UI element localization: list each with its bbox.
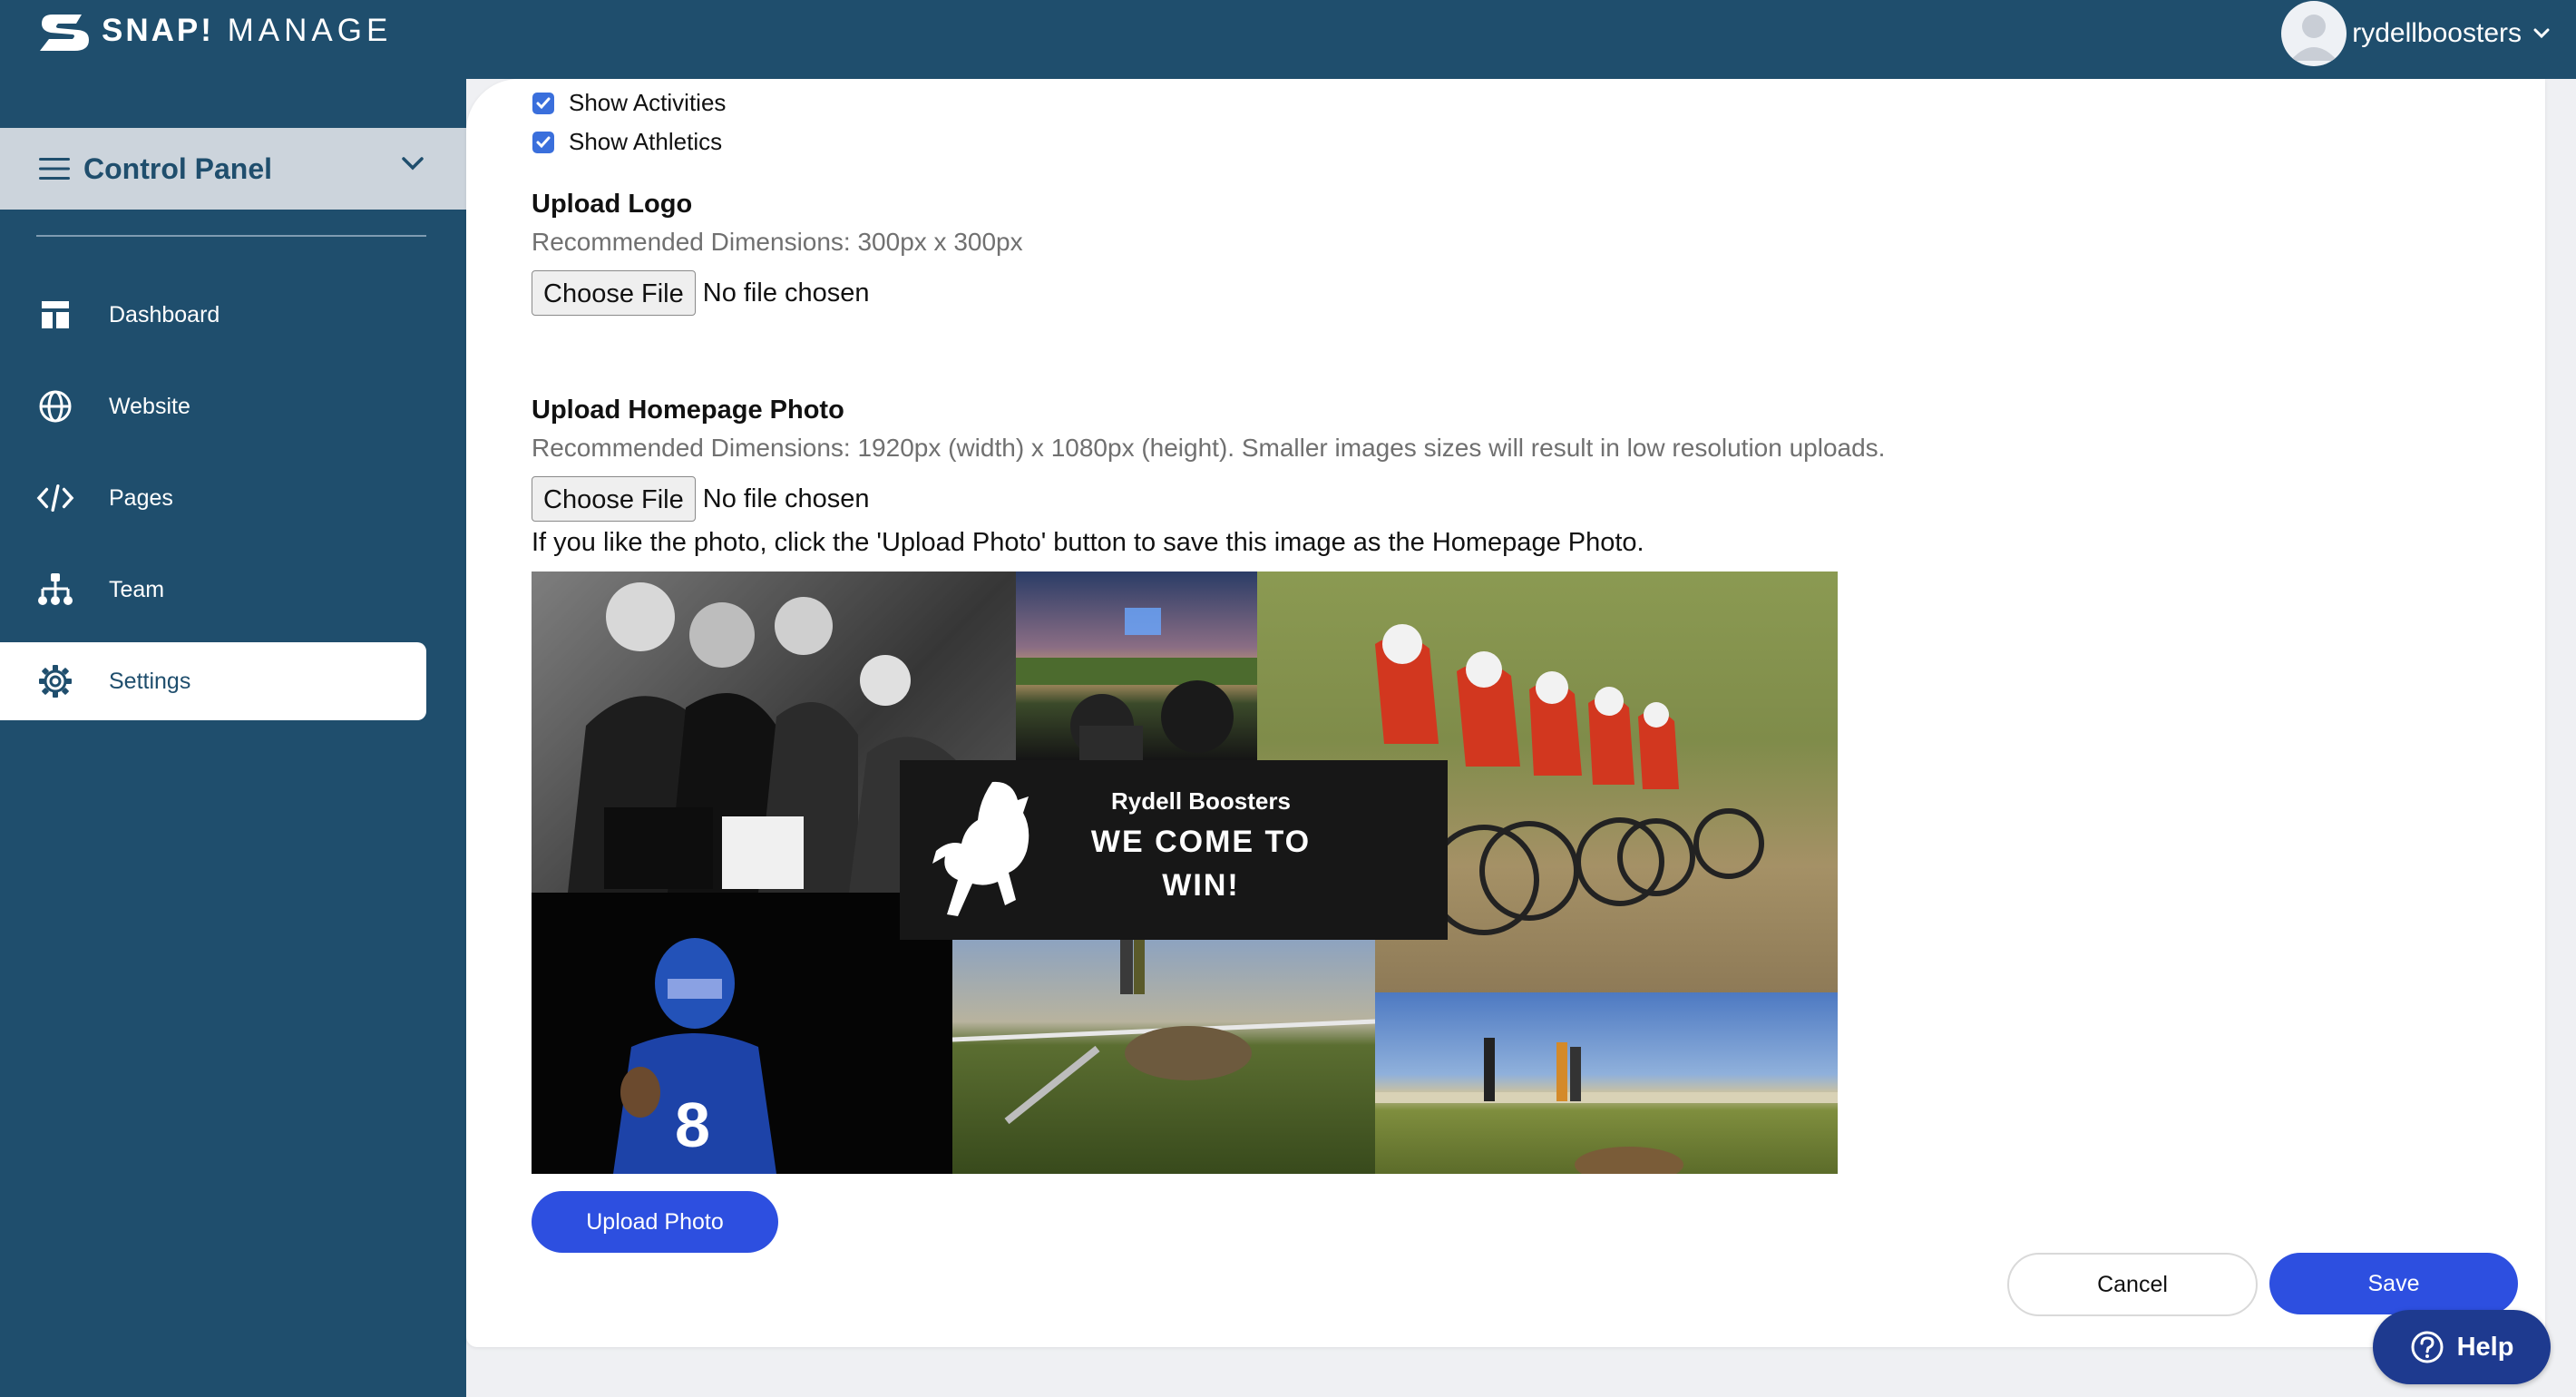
- sidebar-divider: [36, 235, 426, 237]
- help-button[interactable]: Help: [2373, 1310, 2551, 1384]
- field-training-photo: [952, 940, 1375, 1174]
- top-bar: SNAP! MANAGE rydellboosters: [0, 0, 2576, 79]
- choose-file-button[interactable]: Choose File: [532, 270, 696, 316]
- brand-name[interactable]: SNAP! MANAGE: [102, 13, 392, 49]
- dashboard-icon: [36, 296, 74, 334]
- team-icon: [36, 571, 74, 609]
- globe-icon: [36, 387, 74, 425]
- banner-name: Rydell Boosters: [1111, 787, 1291, 815]
- gear-icon: [36, 662, 74, 700]
- checkbox-label: Show Activities: [569, 89, 727, 116]
- sidebar: Control Panel Dashboard Website Pages Te…: [0, 79, 466, 1397]
- sidebar-item-label: Pages: [109, 484, 173, 511]
- code-icon: [36, 479, 74, 517]
- sidebar-item-label: Dashboard: [109, 301, 220, 327]
- sidebar-item-label: Website: [109, 393, 190, 419]
- upload-photo-note: If you like the photo, click the 'Upload…: [532, 528, 1644, 557]
- cancel-button[interactable]: Cancel: [2007, 1253, 2258, 1316]
- upload-photo-button[interactable]: Upload Photo: [532, 1191, 778, 1253]
- menu-icon: [39, 158, 70, 180]
- checkbox-checked-icon[interactable]: [532, 92, 554, 114]
- control-panel-label: Control Panel: [83, 151, 273, 185]
- help-label: Help: [2456, 1332, 2514, 1362]
- show-athletics-checkbox[interactable]: Show Athletics: [532, 128, 722, 156]
- control-panel-toggle[interactable]: Control Panel: [0, 128, 466, 210]
- brand-rest: MANAGE: [227, 13, 393, 48]
- svg-text:8: 8: [675, 1089, 710, 1160]
- sidebar-item-label: Settings: [109, 668, 191, 694]
- checkbox-checked-icon[interactable]: [532, 131, 554, 153]
- field-training-photo: [1375, 992, 1838, 1174]
- banner-tagline: WE COME TO WIN!: [1090, 825, 1312, 903]
- avatar: [2281, 1, 2347, 66]
- homepage-photo-file-input[interactable]: Choose File No file chosen: [532, 476, 870, 522]
- stadium-photo: [1016, 572, 1257, 760]
- football-player-photo: 8: [532, 893, 952, 1174]
- upload-logo-hint: Recommended Dimensions: 300px x 300px: [532, 228, 1023, 256]
- homepage-photo-preview: 8 Rydell Boosters WE COME TO WIN!: [532, 572, 1838, 1174]
- file-status: No file chosen: [702, 484, 870, 513]
- sidebar-item-team[interactable]: Team: [0, 551, 426, 629]
- user-menu[interactable]: rydellboosters: [2281, 0, 2551, 67]
- checkbox-label: Show Athletics: [569, 128, 723, 155]
- save-button[interactable]: Save: [2269, 1253, 2518, 1314]
- upload-homepage-photo-hint: Recommended Dimensions: 1920px (width) x…: [532, 434, 1886, 462]
- logo-file-input[interactable]: Choose File No file chosen: [532, 270, 870, 316]
- upload-homepage-photo-title: Upload Homepage Photo: [532, 396, 844, 425]
- chevron-down-icon: [402, 157, 424, 171]
- brand-strong: SNAP!: [102, 13, 214, 48]
- upload-logo-title: Upload Logo: [532, 190, 693, 219]
- snap-logo-icon: [40, 15, 89, 51]
- horse-logo-icon: [932, 781, 1029, 916]
- show-activities-checkbox[interactable]: Show Activities: [532, 89, 726, 117]
- choose-file-button[interactable]: Choose File: [532, 476, 696, 522]
- boosters-banner: Rydell Boosters WE COME TO WIN!: [900, 760, 1448, 940]
- sidebar-item-dashboard[interactable]: Dashboard: [0, 276, 426, 354]
- chevron-down-icon: [2533, 28, 2550, 39]
- username: rydellboosters: [2352, 18, 2522, 48]
- sidebar-item-pages[interactable]: Pages: [0, 459, 426, 537]
- user-icon: [2290, 15, 2338, 61]
- sidebar-item-website[interactable]: Website: [0, 367, 426, 445]
- sidebar-item-settings[interactable]: Settings: [0, 642, 426, 720]
- file-status: No file chosen: [702, 278, 870, 308]
- sidebar-item-label: Team: [109, 576, 165, 602]
- question-icon: [2411, 1331, 2444, 1363]
